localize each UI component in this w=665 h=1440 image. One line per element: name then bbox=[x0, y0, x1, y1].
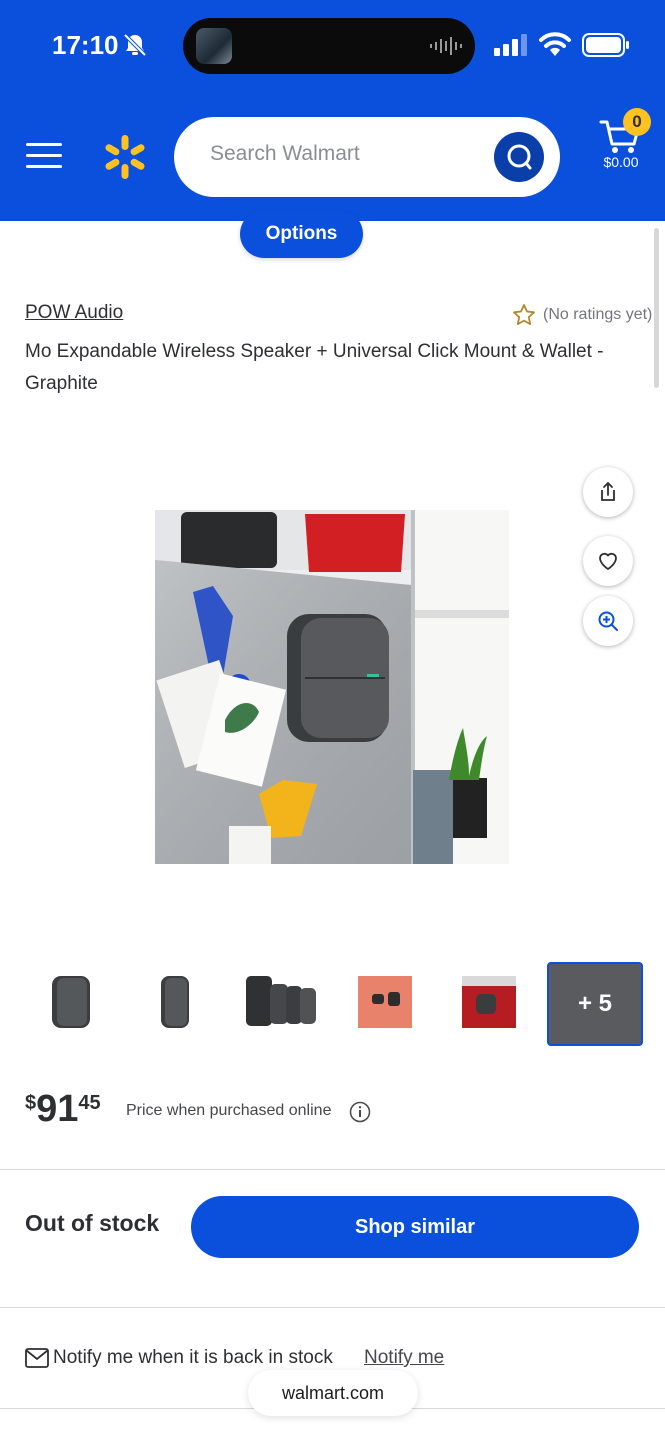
status-time: 17:10 bbox=[52, 30, 119, 60]
heart-icon bbox=[599, 552, 617, 570]
price-dollars: 91 bbox=[36, 1088, 79, 1130]
search-field[interactable]: Search Walmart bbox=[174, 117, 560, 197]
price-note: Price when purchased online bbox=[126, 1102, 332, 1119]
price-currency: $ bbox=[25, 1092, 37, 1114]
divider bbox=[0, 1307, 665, 1308]
wifi-icon bbox=[539, 32, 571, 56]
shop-similar-button[interactable]: Shop similar bbox=[191, 1196, 639, 1258]
ratings-text[interactable]: (No ratings yet) bbox=[543, 306, 652, 324]
menu-icon[interactable] bbox=[26, 140, 62, 172]
zoom-button[interactable] bbox=[583, 596, 633, 646]
price: $9145 bbox=[25, 1088, 101, 1131]
thumbnail-2[interactable] bbox=[134, 964, 216, 1040]
bell-off-icon bbox=[123, 33, 147, 57]
thumbnail-5[interactable] bbox=[448, 964, 530, 1040]
browser-url-bar[interactable]: walmart.com bbox=[248, 1370, 418, 1416]
zoom-in-icon bbox=[598, 611, 618, 631]
share-button[interactable] bbox=[583, 467, 633, 517]
more-thumbnails-button[interactable]: + 5 bbox=[547, 962, 643, 1046]
notify-me-link[interactable]: Notify me bbox=[364, 1347, 444, 1369]
price-cents: 45 bbox=[78, 1092, 101, 1114]
walmart-spark-logo[interactable] bbox=[102, 134, 148, 180]
divider bbox=[0, 1169, 665, 1170]
brand-link[interactable]: POW Audio bbox=[25, 302, 123, 324]
mail-icon bbox=[25, 1348, 49, 1368]
search-placeholder[interactable]: Search Walmart bbox=[210, 142, 360, 166]
scrollbar[interactable] bbox=[654, 228, 659, 388]
share-icon bbox=[601, 482, 615, 501]
now-playing-artwork bbox=[196, 28, 232, 64]
cellular-signal-icon bbox=[494, 34, 527, 56]
favorite-button[interactable] bbox=[583, 536, 633, 586]
info-icon[interactable] bbox=[349, 1101, 371, 1123]
product-title: Mo Expandable Wireless Speaker + Univers… bbox=[25, 341, 604, 394]
star-icon bbox=[513, 304, 535, 325]
stock-status: Out of stock bbox=[25, 1210, 160, 1236]
audio-wave-icon bbox=[430, 37, 462, 55]
search-button[interactable] bbox=[494, 132, 544, 182]
battery-icon bbox=[582, 33, 629, 57]
search-icon bbox=[507, 144, 532, 170]
cart-total: $0.00 bbox=[603, 154, 639, 170]
thumbnail-4[interactable] bbox=[344, 964, 426, 1040]
thumbnail-3[interactable] bbox=[240, 964, 322, 1040]
cart-count-badge: 0 bbox=[623, 108, 651, 136]
product-image[interactable] bbox=[155, 510, 509, 864]
options-button[interactable]: Options bbox=[240, 210, 363, 258]
notify-text: Notify me when it is back in stock bbox=[53, 1347, 333, 1368]
thumbnail-1[interactable] bbox=[30, 964, 112, 1040]
